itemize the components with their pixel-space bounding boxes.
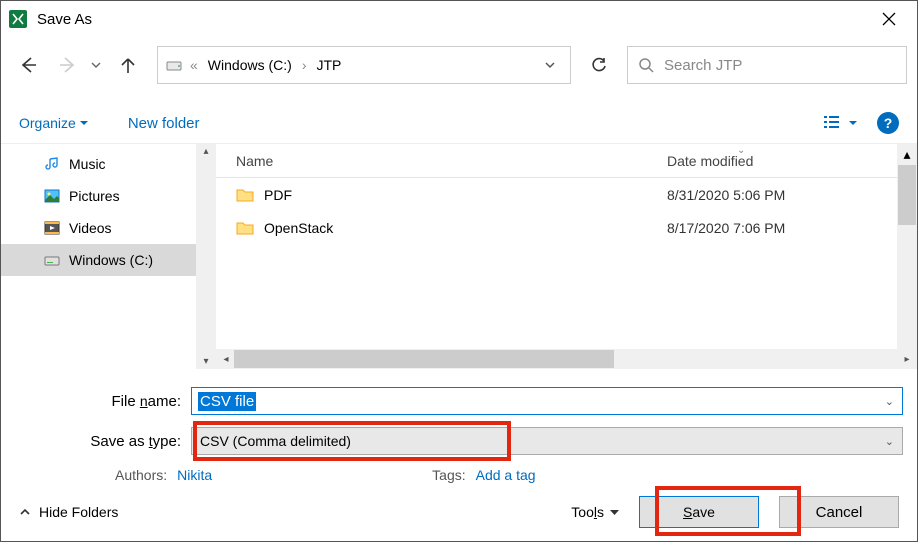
folder-tree: Music Pictures Videos Windows (C:) bbox=[1, 144, 196, 369]
back-button[interactable] bbox=[11, 48, 45, 82]
filename-label: File name: bbox=[15, 393, 191, 410]
filename-value: CSV file bbox=[198, 392, 256, 411]
column-name[interactable]: Name bbox=[216, 153, 667, 169]
drive-icon bbox=[43, 251, 61, 269]
address-bar[interactable]: « Windows (C:) › JTP bbox=[157, 46, 571, 84]
file-list: Name ⌄ Date modified PDF 8/31/2020 5:06 … bbox=[216, 144, 917, 369]
sidebar-item-music[interactable]: Music bbox=[1, 148, 196, 180]
hide-folders-button[interactable]: Hide Folders bbox=[19, 504, 118, 520]
drive-icon bbox=[164, 55, 184, 75]
history-dropdown[interactable] bbox=[91, 60, 105, 70]
close-button[interactable] bbox=[869, 1, 909, 37]
savetype-select[interactable]: CSV (Comma delimited) ⌄ bbox=[191, 427, 903, 455]
chevron-right-icon: › bbox=[300, 57, 309, 73]
filelist-vscrollbar[interactable]: ▴ bbox=[897, 144, 917, 349]
address-dropdown[interactable] bbox=[536, 59, 564, 71]
scroll-up-icon[interactable]: ▴ bbox=[903, 146, 910, 163]
breadcrumb-segment[interactable]: JTP bbox=[312, 57, 345, 73]
tags-label: Tags: bbox=[432, 467, 465, 483]
file-list-header: Name ⌄ Date modified bbox=[216, 144, 897, 178]
sidebar-scrollbar[interactable]: ▴ ▾ bbox=[196, 144, 216, 369]
file-name: OpenStack bbox=[264, 220, 333, 236]
save-button[interactable]: Save bbox=[639, 496, 759, 528]
organize-menu[interactable]: Organize bbox=[19, 115, 88, 132]
save-form: File name: CSV file ⌄ Save as type: CSV … bbox=[1, 369, 917, 483]
window-title: Save As bbox=[37, 11, 869, 28]
file-row[interactable]: OpenStack 8/17/2020 7:06 PM bbox=[216, 211, 897, 244]
tools-menu[interactable]: Tools bbox=[571, 504, 619, 520]
sidebar-item-label: Pictures bbox=[69, 188, 120, 204]
chevron-down-icon[interactable]: ⌄ bbox=[885, 435, 894, 448]
authors-value[interactable]: Nikita bbox=[177, 467, 212, 483]
chevron-down-icon[interactable]: ⌄ bbox=[885, 395, 894, 408]
column-date[interactable]: ⌄ Date modified bbox=[667, 153, 897, 169]
help-button[interactable]: ? bbox=[877, 112, 899, 134]
sidebar-item-videos[interactable]: Videos bbox=[1, 212, 196, 244]
folder-icon bbox=[236, 220, 254, 236]
scroll-right-icon[interactable]: ▸ bbox=[899, 354, 915, 365]
file-row[interactable]: PDF 8/31/2020 5:06 PM bbox=[216, 178, 897, 211]
breadcrumb-segment[interactable]: Windows (C:) bbox=[204, 57, 296, 73]
forward-button[interactable] bbox=[51, 48, 85, 82]
scroll-up-icon[interactable]: ▴ bbox=[203, 146, 208, 157]
sort-indicator-icon: ⌄ bbox=[737, 145, 745, 156]
main-area: Music Pictures Videos Windows (C:) ▴ bbox=[1, 143, 917, 369]
cancel-button[interactable]: Cancel bbox=[779, 496, 899, 528]
tags-value[interactable]: Add a tag bbox=[476, 467, 536, 483]
music-icon bbox=[43, 155, 61, 173]
sidebar-item-label: Windows (C:) bbox=[69, 252, 153, 268]
scroll-left-icon[interactable]: ◂ bbox=[218, 354, 234, 365]
navbar: « Windows (C:) › JTP bbox=[1, 37, 917, 93]
sidebar-item-pictures[interactable]: Pictures bbox=[1, 180, 196, 212]
authors-label: Authors: bbox=[115, 467, 167, 483]
new-folder-button[interactable]: New folder bbox=[128, 115, 200, 132]
folder-icon bbox=[236, 187, 254, 203]
up-button[interactable] bbox=[111, 48, 145, 82]
sidebar-item-label: Videos bbox=[69, 220, 112, 236]
search-input[interactable] bbox=[664, 57, 896, 74]
sidebar: Music Pictures Videos Windows (C:) ▴ bbox=[1, 144, 216, 369]
sidebar-item-drive-c[interactable]: Windows (C:) bbox=[1, 244, 196, 276]
titlebar: Save As bbox=[1, 1, 917, 37]
pictures-icon bbox=[43, 187, 61, 205]
search-box[interactable] bbox=[627, 46, 907, 84]
file-date: 8/17/2020 7:06 PM bbox=[667, 220, 897, 236]
search-icon bbox=[638, 57, 654, 73]
view-button[interactable] bbox=[823, 114, 857, 132]
videos-icon bbox=[43, 219, 61, 237]
scroll-down-icon[interactable]: ▾ bbox=[203, 356, 208, 367]
sidebar-item-label: Music bbox=[69, 156, 106, 172]
footer: Hide Folders Tools Save Cancel bbox=[1, 483, 917, 541]
filelist-hscrollbar[interactable]: ◂ ▸ bbox=[216, 349, 917, 369]
filename-input[interactable]: CSV file ⌄ bbox=[191, 387, 903, 415]
breadcrumb-overflow[interactable]: « bbox=[188, 57, 200, 73]
savetype-value: CSV (Comma delimited) bbox=[200, 433, 351, 449]
savetype-label: Save as type: bbox=[15, 433, 191, 450]
save-as-dialog: Save As « Windows (C:) › JTP bbox=[0, 0, 918, 542]
toolbar: Organize New folder ? bbox=[1, 103, 917, 143]
refresh-button[interactable] bbox=[577, 46, 621, 84]
excel-icon bbox=[9, 10, 27, 28]
file-name: PDF bbox=[264, 187, 292, 203]
file-date: 8/31/2020 5:06 PM bbox=[667, 187, 897, 203]
